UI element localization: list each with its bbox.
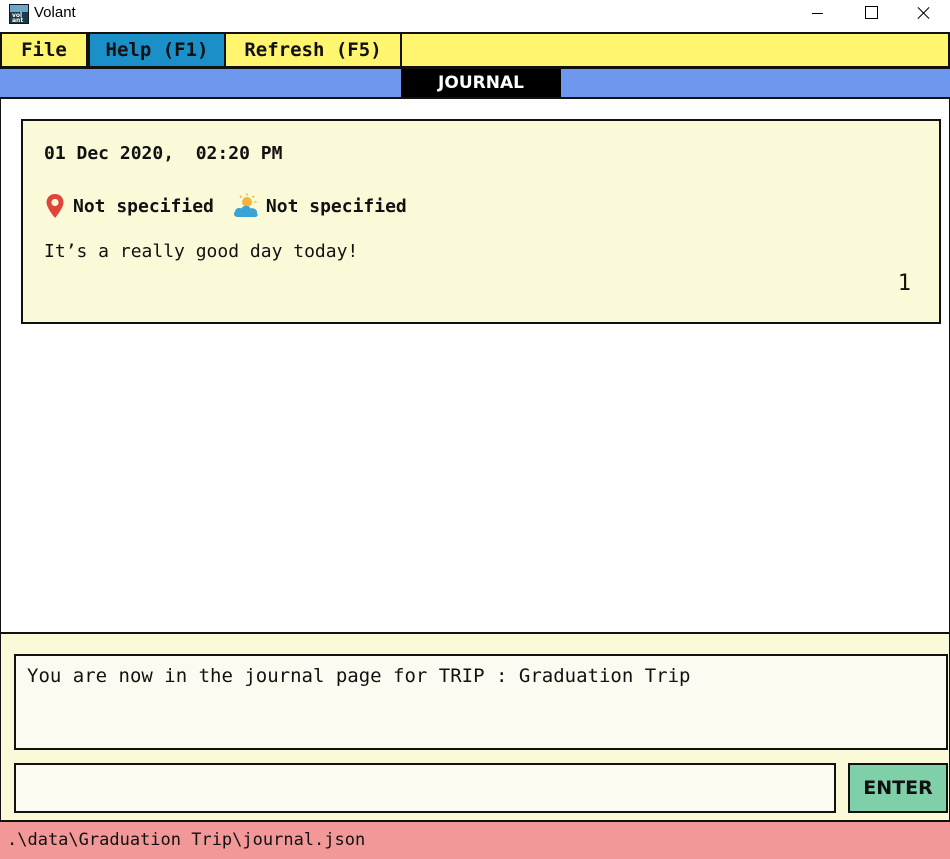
map-pin-icon [46, 194, 64, 218]
command-area: You are now in the journal page for TRIP… [0, 632, 950, 820]
entry-meta: Not specified Not specified [45, 191, 407, 221]
status-bar: .\data\Graduation Trip\journal.json [0, 820, 950, 859]
entry-datetime: 01 Dec 2020, 02:20 PM [44, 143, 283, 164]
volant-app-icon: vol ant [9, 4, 29, 24]
close-button[interactable] [903, 0, 949, 30]
menu-file[interactable]: File [2, 34, 88, 66]
menu-bar: File Help (F1) Refresh (F5) [0, 32, 950, 68]
menu-refresh[interactable]: Refresh (F5) [226, 34, 402, 66]
result-message: You are now in the journal page for TRIP… [27, 665, 691, 687]
maximize-button[interactable] [848, 0, 894, 30]
page-header-bar: JOURNAL [0, 68, 950, 99]
sun-cloud-icon [233, 193, 258, 217]
minimize-button[interactable] [795, 0, 841, 30]
journal-list: 01 Dec 2020, 02:20 PM Not specified Not … [0, 99, 950, 632]
page-title: JOURNAL [401, 69, 561, 97]
enter-button[interactable]: ENTER [848, 763, 948, 813]
entry-weather: Not specified [265, 195, 407, 217]
window-title: Volant [34, 4, 76, 21]
entry-location: Not specified [73, 195, 214, 217]
title-bar: vol ant Volant [0, 0, 950, 32]
journal-entry-card[interactable]: 01 Dec 2020, 02:20 PM Not specified Not … [21, 119, 941, 324]
menu-help[interactable]: Help (F1) [88, 34, 226, 66]
entry-text: It’s a really good day today! [44, 241, 359, 262]
save-location-path: .\data\Graduation Trip\journal.json [7, 830, 366, 850]
result-display: You are now in the journal page for TRIP… [14, 654, 948, 750]
entry-index: 1 [897, 271, 911, 296]
command-input[interactable] [14, 763, 836, 813]
